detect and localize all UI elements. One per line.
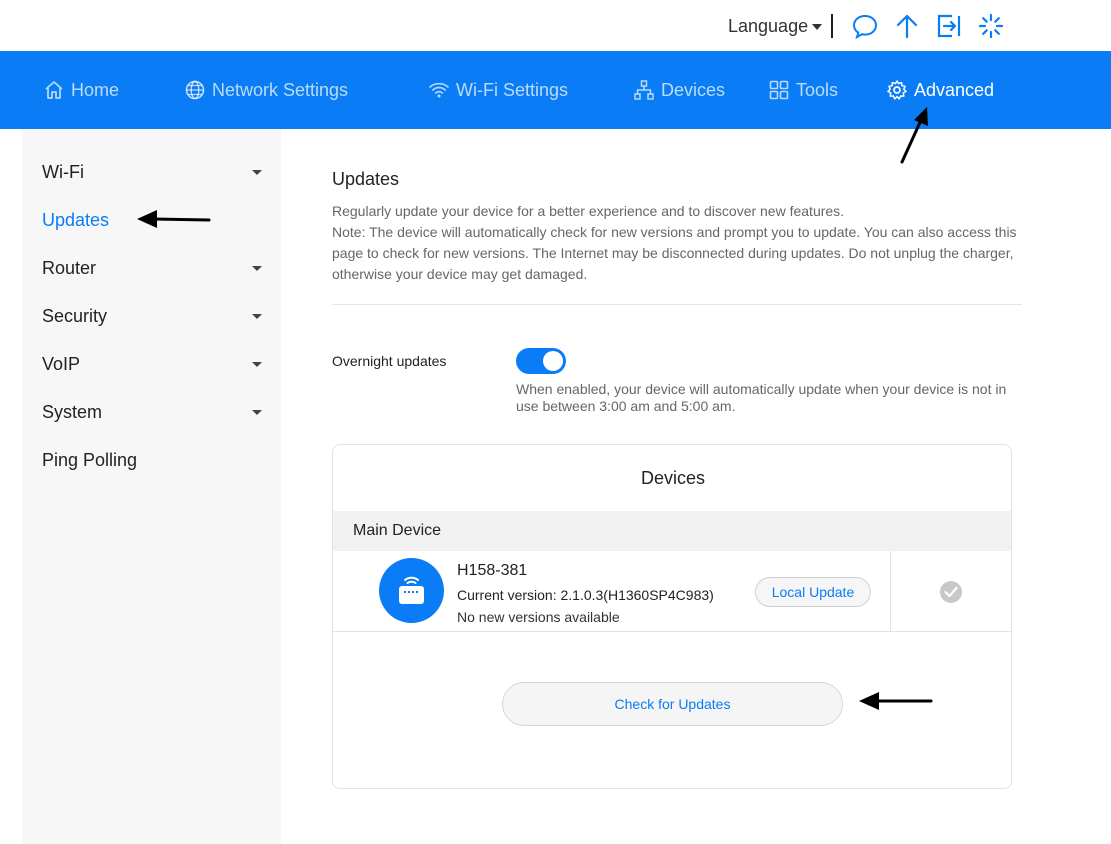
nav-item-label: Wi-Fi Settings: [456, 79, 569, 100]
chevron-down-icon: [252, 314, 262, 319]
overnight-updates-hint: When enabled, your device will automatic…: [516, 381, 1007, 414]
annotation-arrow-icon: [900, 107, 928, 164]
logout-icon[interactable]: [935, 12, 963, 40]
nav-item-label: Home: [71, 79, 120, 100]
device-name: H158-381: [457, 562, 528, 579]
sidebar-item-ping-polling[interactable]: Ping Polling: [42, 445, 262, 475]
globe-icon: [185, 80, 205, 100]
main-nav: Home Network Settings Wi-Fi Settings Dev…: [0, 51, 1111, 129]
checkmark-icon[interactable]: [940, 581, 962, 603]
overnight-updates-toggle[interactable]: [516, 348, 566, 374]
nav-item-devices[interactable]: Devices: [633, 79, 725, 101]
chevron-down-icon: [812, 24, 823, 30]
grid-icon: [769, 80, 789, 100]
home-icon: [45, 81, 63, 99]
sidebar-item-system[interactable]: System: [42, 397, 262, 427]
main-device-header: Main Device: [333, 511, 1011, 551]
nav-item-label: Advanced: [914, 79, 995, 100]
device-row: H158-381 Current version: 2.1.0.3(H1360S…: [333, 551, 1011, 632]
description-text: Regularly update your device for a bette…: [332, 203, 845, 219]
overnight-updates-label: Overnight updates: [332, 353, 447, 369]
nav-item-label: Network Settings: [212, 79, 349, 100]
divider: [831, 14, 833, 38]
toggle-knob: [543, 351, 563, 371]
device-update-status: No new versions available: [457, 609, 620, 625]
router-icon: [379, 558, 444, 623]
divider: [890, 551, 891, 632]
devices-card-title: Devices: [640, 468, 706, 488]
sidebar-item-label: Router: [42, 257, 97, 278]
annotation-arrow-icon: [137, 210, 211, 228]
page-description: Regularly update your device for a bette…: [332, 201, 1022, 285]
chevron-down-icon: [252, 362, 262, 367]
device-version: Current version: 2.1.0.3(H1360SP4C983): [457, 587, 714, 603]
nav-item-label: Tools: [796, 79, 839, 100]
language-label: Language: [728, 16, 809, 36]
sidebar-item-label: Security: [42, 305, 108, 326]
sidebar-item-label: Updates: [42, 209, 110, 230]
check-for-updates-button[interactable]: Check for Updates: [502, 682, 843, 726]
note-text: Note: The device will automatically chec…: [332, 224, 1017, 282]
chevron-down-icon: [252, 170, 262, 175]
main-device-label: Main Device: [353, 522, 442, 539]
nav-item-wifi-settings[interactable]: Wi-Fi Settings: [428, 79, 568, 101]
language-dropdown[interactable]: Language: [728, 16, 823, 37]
sidebar-item-label: Ping Polling: [42, 449, 138, 470]
local-update-button[interactable]: Local Update: [755, 577, 871, 607]
sidebar-item-router[interactable]: Router: [42, 253, 262, 283]
sidebar-item-wifi[interactable]: Wi-Fi: [42, 157, 262, 187]
sidebar-item-security[interactable]: Security: [42, 301, 262, 331]
sidebar-item-label: System: [42, 401, 103, 422]
sidebar-item-label: Wi-Fi: [42, 161, 84, 182]
nav-item-tools[interactable]: Tools: [768, 79, 838, 101]
nav-item-label: Devices: [661, 79, 726, 100]
nav-item-home[interactable]: Home: [43, 79, 119, 101]
wifi-icon: [429, 82, 449, 98]
top-utility-bar: Language: [0, 0, 1111, 51]
sidebar-item-label: VoIP: [42, 353, 81, 374]
sidebar: Wi-Fi Updates Router Security VoIP Syste…: [22, 129, 281, 844]
chat-icon[interactable]: [851, 12, 879, 40]
upload-arrow-icon[interactable]: [893, 12, 921, 40]
annotation-arrow-icon: [859, 692, 933, 710]
topology-icon: [634, 80, 654, 100]
chevron-down-icon: [252, 410, 262, 415]
nav-item-advanced[interactable]: Advanced: [886, 79, 994, 101]
nav-item-network-settings[interactable]: Network Settings: [184, 79, 348, 101]
devices-card: Devices Main Device H158-381 Current ver…: [332, 444, 1012, 789]
chevron-down-icon: [252, 266, 262, 271]
loading-spinner-icon: [977, 12, 1005, 40]
gear-icon: [887, 80, 907, 100]
sidebar-item-voip[interactable]: VoIP: [42, 349, 262, 379]
page-title: Updates: [332, 169, 400, 189]
divider: [332, 304, 1022, 305]
